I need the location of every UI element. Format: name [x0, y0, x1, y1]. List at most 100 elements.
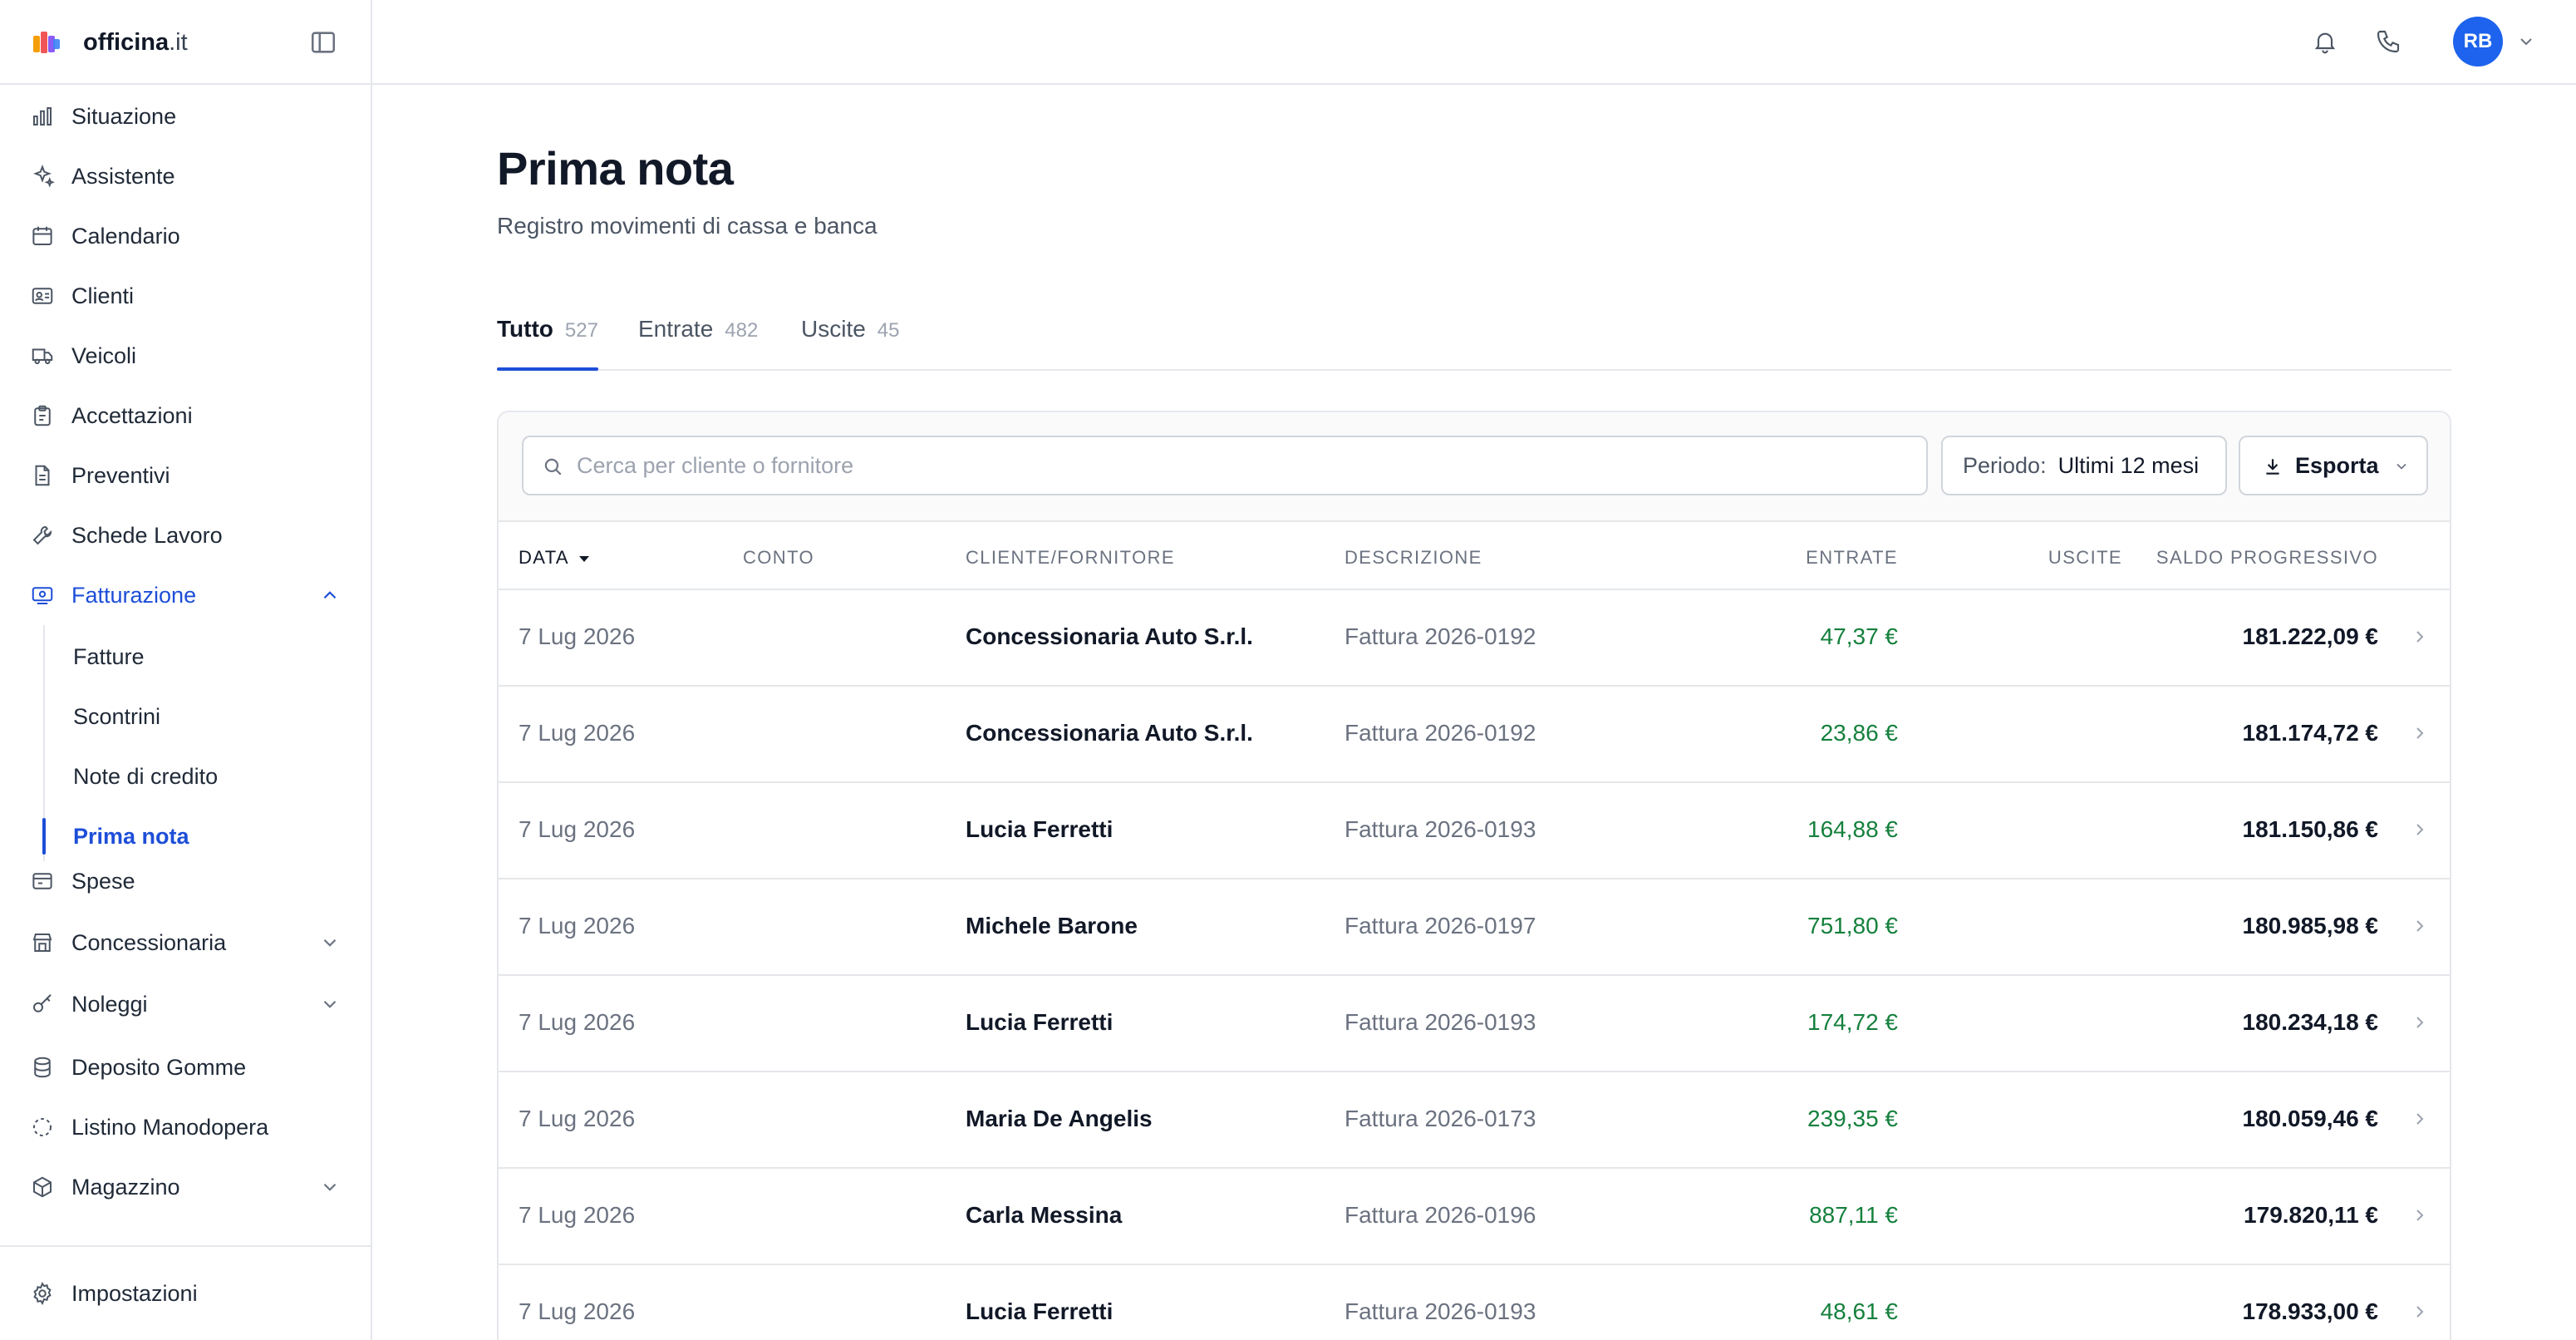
- cell-data: 7 Lug 2026: [519, 1298, 636, 1324]
- chevron-down-icon[interactable]: [319, 932, 341, 953]
- sidebar-item-assistente[interactable]: Assistente: [0, 153, 371, 200]
- sidebar-item-preventivi[interactable]: Preventivi: [0, 452, 371, 499]
- column-header-descrizione[interactable]: DESCRIZIONE: [1345, 547, 1482, 569]
- sidebar-item-label: Situazione: [71, 103, 177, 129]
- periodo-select[interactable]: Periodo: Ultimi 12 mesi: [1941, 436, 2227, 495]
- sidebar-subitem-scontrini[interactable]: Scontrini: [0, 693, 371, 740]
- sidebar-item-label: Magazzino: [71, 1174, 180, 1200]
- page-title: Prima nota: [497, 142, 734, 195]
- column-header-conto[interactable]: CONTO: [743, 547, 814, 569]
- cell-saldo: 180.234,18 €: [2242, 1009, 2379, 1035]
- brand[interactable]: officina.it: [30, 25, 188, 60]
- sidebar-item-schede-lavoro[interactable]: Schede Lavoro: [0, 512, 371, 559]
- column-header-saldo[interactable]: SALDO PROGRESSIVO: [2156, 547, 2378, 569]
- chevron-up-icon[interactable]: [319, 584, 341, 606]
- cell-saldo: 180.059,46 €: [2242, 1106, 2379, 1131]
- chevron-down-icon[interactable]: [319, 993, 341, 1015]
- tab-count: 527: [564, 319, 598, 342]
- column-header-cliente[interactable]: CLIENTE/FORNITORE: [966, 547, 1175, 569]
- export-button[interactable]: Esporta: [2239, 436, 2428, 495]
- cell-saldo: 180.985,98 €: [2242, 913, 2379, 938]
- cell-data: 7 Lug 2026: [519, 1202, 636, 1228]
- chart-bar-icon: [33, 107, 52, 126]
- chevron-right-icon[interactable]: [2410, 1109, 2430, 1129]
- app-root: officina.it Situazione Assistente Calendar…: [0, 0, 2576, 1340]
- cell-descrizione: Fattura 2026-0193: [1345, 1298, 1536, 1324]
- chevron-right-icon[interactable]: [2410, 916, 2430, 936]
- periodo-label: Periodo:: [1963, 452, 2047, 478]
- tab-active-indicator: [497, 367, 598, 371]
- chevron-down-icon[interactable]: [2516, 32, 2536, 52]
- sidebar-item-listino-manodopera[interactable]: Listino Manodopera: [0, 1104, 371, 1150]
- clipboard-icon: [34, 405, 51, 426]
- sidebar-item-situazione[interactable]: Situazione: [0, 93, 371, 140]
- sidebar-item-veicoli[interactable]: Veicoli: [0, 333, 371, 379]
- chevron-right-icon[interactable]: [2410, 723, 2430, 743]
- notifications-button[interactable]: [2308, 25, 2342, 58]
- table-row[interactable]: 7 Lug 2026 Carla Messina Fattura 2026-0196…: [499, 1169, 2450, 1265]
- cell-entrate: 48,61 €: [1820, 1298, 1898, 1324]
- active-indicator: [42, 818, 46, 855]
- table-row[interactable]: 7 Lug 2026 Maria De Angelis Fattura 2026-0…: [499, 1072, 2450, 1169]
- cell-cliente: Michele Barone: [966, 913, 1138, 938]
- chevron-right-icon[interactable]: [2410, 1012, 2430, 1032]
- sidebar-item-fatturazione[interactable]: Fatturazione: [0, 572, 371, 618]
- search-box: [522, 436, 1928, 495]
- tab-count: 45: [877, 319, 900, 342]
- chevron-down-icon: [2397, 463, 2406, 470]
- tab-uscite[interactable]: Uscite 45: [801, 316, 900, 369]
- dashed-circle-icon: [33, 1118, 52, 1136]
- chevron-down-icon[interactable]: [319, 1176, 341, 1198]
- cell-descrizione: Fattura 2026-0197: [1345, 913, 1536, 938]
- chevron-right-icon[interactable]: [2410, 1302, 2430, 1322]
- sidebar-item-noleggi[interactable]: Noleggi: [0, 981, 371, 1027]
- sidebar-item-magazzino[interactable]: Magazzino: [0, 1164, 371, 1210]
- sidebar-item-calendario[interactable]: Calendario: [0, 213, 371, 259]
- cell-cliente: Lucia Ferretti: [966, 816, 1113, 842]
- calendar-icon: [32, 226, 52, 245]
- sidebar-item-deposito-gomme[interactable]: Deposito Gomme: [0, 1044, 371, 1091]
- table-row[interactable]: 7 Lug 2026 Lucia Ferretti Fattura 2026-019…: [499, 783, 2450, 879]
- table-row[interactable]: 7 Lug 2026 Lucia Ferretti Fattura 2026-019…: [499, 1265, 2450, 1340]
- sidebar-toggle-icon[interactable]: [309, 28, 337, 57]
- page-subtitle: Registro movimenti di cassa e banca: [497, 213, 878, 239]
- sidebar-item-label: Impostazioni: [71, 1280, 198, 1306]
- table-row[interactable]: 7 Lug 2026 Michele Barone Fattura 2026-019…: [499, 879, 2450, 976]
- sidebar-item-label: Deposito Gomme: [71, 1054, 247, 1080]
- tab-count: 482: [725, 319, 759, 342]
- column-header-uscite[interactable]: USCITE: [2048, 547, 2122, 569]
- sidebar-item-label: Assistente: [71, 163, 175, 189]
- table-row[interactable]: 7 Lug 2026 Lucia Ferretti Fattura 2026-019…: [499, 976, 2450, 1072]
- tab-tutto[interactable]: Tutto 527: [497, 316, 598, 371]
- sidebar-subitem-label: Prima nota: [73, 823, 189, 849]
- chevron-right-icon[interactable]: [2410, 627, 2430, 647]
- gear-icon: [33, 1281, 52, 1306]
- column-header-data[interactable]: DATA: [519, 547, 590, 569]
- sidebar-subitem-fatture[interactable]: Fatture: [0, 633, 371, 680]
- cell-descrizione: Fattura 2026-0192: [1345, 623, 1536, 649]
- cell-cliente: Lucia Ferretti: [966, 1009, 1113, 1035]
- cell-descrizione: Fattura 2026-0193: [1345, 816, 1536, 842]
- sidebar-subitem-prima-nota[interactable]: Prima nota: [0, 813, 371, 860]
- sidebar-subitem-note-di-credito[interactable]: Note di credito: [0, 753, 371, 800]
- sidebar-subitem-label: Fatture: [73, 643, 145, 669]
- tab-entrate[interactable]: Entrate 482: [638, 316, 758, 369]
- sidebar-item-impostazioni[interactable]: Impostazioni: [0, 1270, 371, 1317]
- sidebar-item-accettazioni[interactable]: Accettazioni: [0, 392, 371, 439]
- table-row[interactable]: 7 Lug 2026 Concessionaria Auto S.r.l. Fatt…: [499, 687, 2450, 783]
- sidebar-item-clienti[interactable]: Clienti: [0, 273, 371, 319]
- search-input[interactable]: [577, 452, 1906, 479]
- chevron-right-icon[interactable]: [2410, 1205, 2430, 1225]
- sidebar-item-concessionaria[interactable]: Concessionaria: [0, 919, 371, 966]
- phone-button[interactable]: [2372, 25, 2405, 58]
- export-label: Esporta: [2295, 452, 2379, 478]
- sidebar-item-spese[interactable]: Spese: [0, 858, 371, 904]
- avatar[interactable]: RB: [2453, 17, 2503, 67]
- column-header-entrate[interactable]: ENTRATE: [1806, 547, 1898, 569]
- wrench-icon: [32, 525, 52, 545]
- cell-saldo: 181.150,86 €: [2242, 816, 2379, 842]
- table-card: Periodo: Ultimi 12 mesi Esporta DATA CON…: [497, 411, 2451, 1340]
- chevron-right-icon[interactable]: [2410, 820, 2430, 840]
- cell-cliente: Concessionaria Auto S.r.l.: [966, 720, 1253, 746]
- table-row[interactable]: 7 Lug 2026 Concessionaria Auto S.r.l. Fatt…: [499, 590, 2450, 687]
